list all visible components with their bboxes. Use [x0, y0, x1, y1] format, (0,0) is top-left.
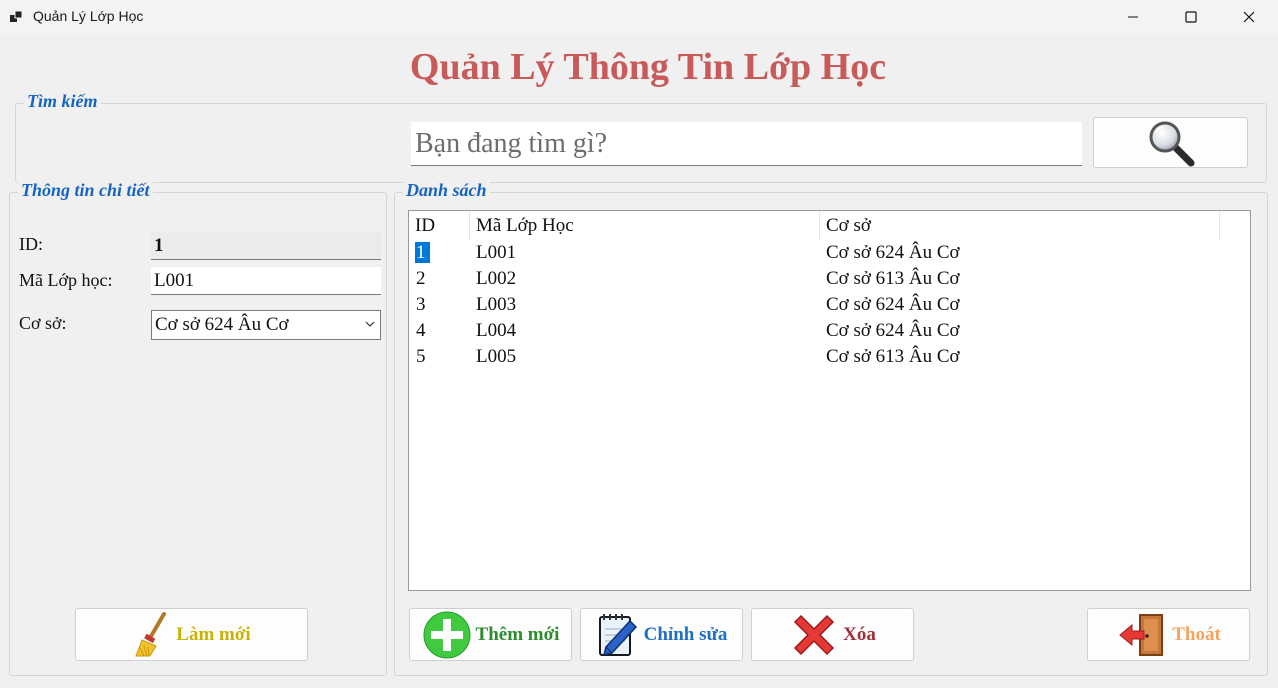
row-code: L003: [476, 294, 517, 315]
app-icon: [10, 10, 23, 22]
details-group: Thông tin chi tiết: [9, 180, 387, 676]
delete-label: Xóa: [843, 623, 876, 645]
close-button[interactable]: [1220, 0, 1278, 34]
row-campus: Cơ sở 624 Âu Cơ: [826, 294, 960, 315]
exit-label: Thoát: [1172, 623, 1221, 645]
search-input[interactable]: [411, 122, 1082, 166]
edit-button[interactable]: Chỉnh sửa: [580, 608, 743, 661]
row-campus: Cơ sở 613 Âu Cơ: [826, 346, 960, 367]
chevron-down-icon: [365, 321, 375, 327]
delete-button[interactable]: Xóa: [751, 608, 914, 661]
column-header-campus[interactable]: Cơ sở: [820, 211, 1220, 240]
row-code: L001: [476, 242, 517, 263]
row-campus: Cơ sở 624 Âu Cơ: [826, 320, 960, 341]
row-campus: Cơ sở 624 Âu Cơ: [826, 242, 960, 263]
maximize-icon: [1185, 11, 1197, 23]
table-row[interactable]: 4 L004 Cơ sở 624 Âu Cơ: [409, 318, 1250, 344]
notepad-pen-icon: [598, 613, 637, 656]
search-button[interactable]: [1093, 117, 1248, 168]
id-label: ID:: [19, 234, 43, 254]
search-legend: Tìm kiếm: [24, 91, 101, 112]
class-code-field[interactable]: L001: [151, 267, 381, 295]
details-legend: Thông tin chi tiết: [18, 180, 153, 201]
row-id: 3: [416, 294, 426, 315]
delete-x-icon: [794, 614, 835, 655]
id-field[interactable]: 1: [151, 232, 381, 260]
edit-label: Chỉnh sửa: [643, 623, 728, 645]
class-list[interactable]: ID Mã Lớp Học Cơ sở 1 L001 Cơ sở 624 Âu …: [408, 210, 1251, 591]
class-code-label: Mã Lớp học:: [19, 270, 113, 290]
table-row[interactable]: 3 L003 Cơ sở 624 Âu Cơ: [409, 292, 1250, 318]
list-header: ID Mã Lớp Học Cơ sở: [409, 211, 1250, 240]
table-row[interactable]: 5 L005 Cơ sở 613 Âu Cơ: [409, 344, 1250, 370]
row-code: L002: [476, 268, 517, 289]
magnifier-icon: [1149, 121, 1194, 166]
add-button[interactable]: Thêm mới: [409, 608, 572, 661]
plus-icon: [423, 611, 471, 658]
row-code: L004: [476, 320, 517, 341]
campus-select[interactable]: Cơ sở 624 Âu Cơ: [151, 310, 381, 340]
table-row[interactable]: 1 L001 Cơ sở 624 Âu Cơ: [409, 240, 1250, 266]
column-header-code[interactable]: Mã Lớp Học: [470, 211, 820, 240]
page-title: Quản Lý Thông Tin Lớp Học: [409, 46, 887, 88]
refresh-button[interactable]: Làm mới: [75, 608, 308, 661]
refresh-label: Làm mới: [176, 623, 251, 645]
exit-door-icon: [1119, 613, 1164, 656]
list-legend: Danh sách: [403, 180, 490, 201]
title-bar: Quản Lý Lớp Học: [0, 0, 1278, 34]
window-title: Quản Lý Lớp Học: [33, 8, 144, 24]
close-icon: [1243, 11, 1255, 23]
row-code: L005: [476, 346, 517, 367]
maximize-button[interactable]: [1162, 0, 1220, 34]
minimize-button[interactable]: [1104, 0, 1162, 34]
exit-button[interactable]: Thoát: [1087, 608, 1250, 661]
broom-icon: [135, 611, 167, 656]
minimize-icon: [1128, 16, 1138, 18]
row-id: 5: [416, 346, 426, 367]
row-id: 2: [416, 268, 426, 289]
column-header-id[interactable]: ID: [409, 211, 470, 240]
row-id: 1: [415, 242, 430, 263]
row-id: 4: [416, 320, 426, 341]
add-label: Thêm mới: [475, 623, 560, 645]
table-row[interactable]: 2 L002 Cơ sở 613 Âu Cơ: [409, 266, 1250, 292]
campus-label: Cơ sở:: [19, 313, 67, 333]
row-campus: Cơ sở 613 Âu Cơ: [826, 268, 960, 289]
campus-select-value: Cơ sở 624 Âu Cơ: [155, 314, 289, 335]
